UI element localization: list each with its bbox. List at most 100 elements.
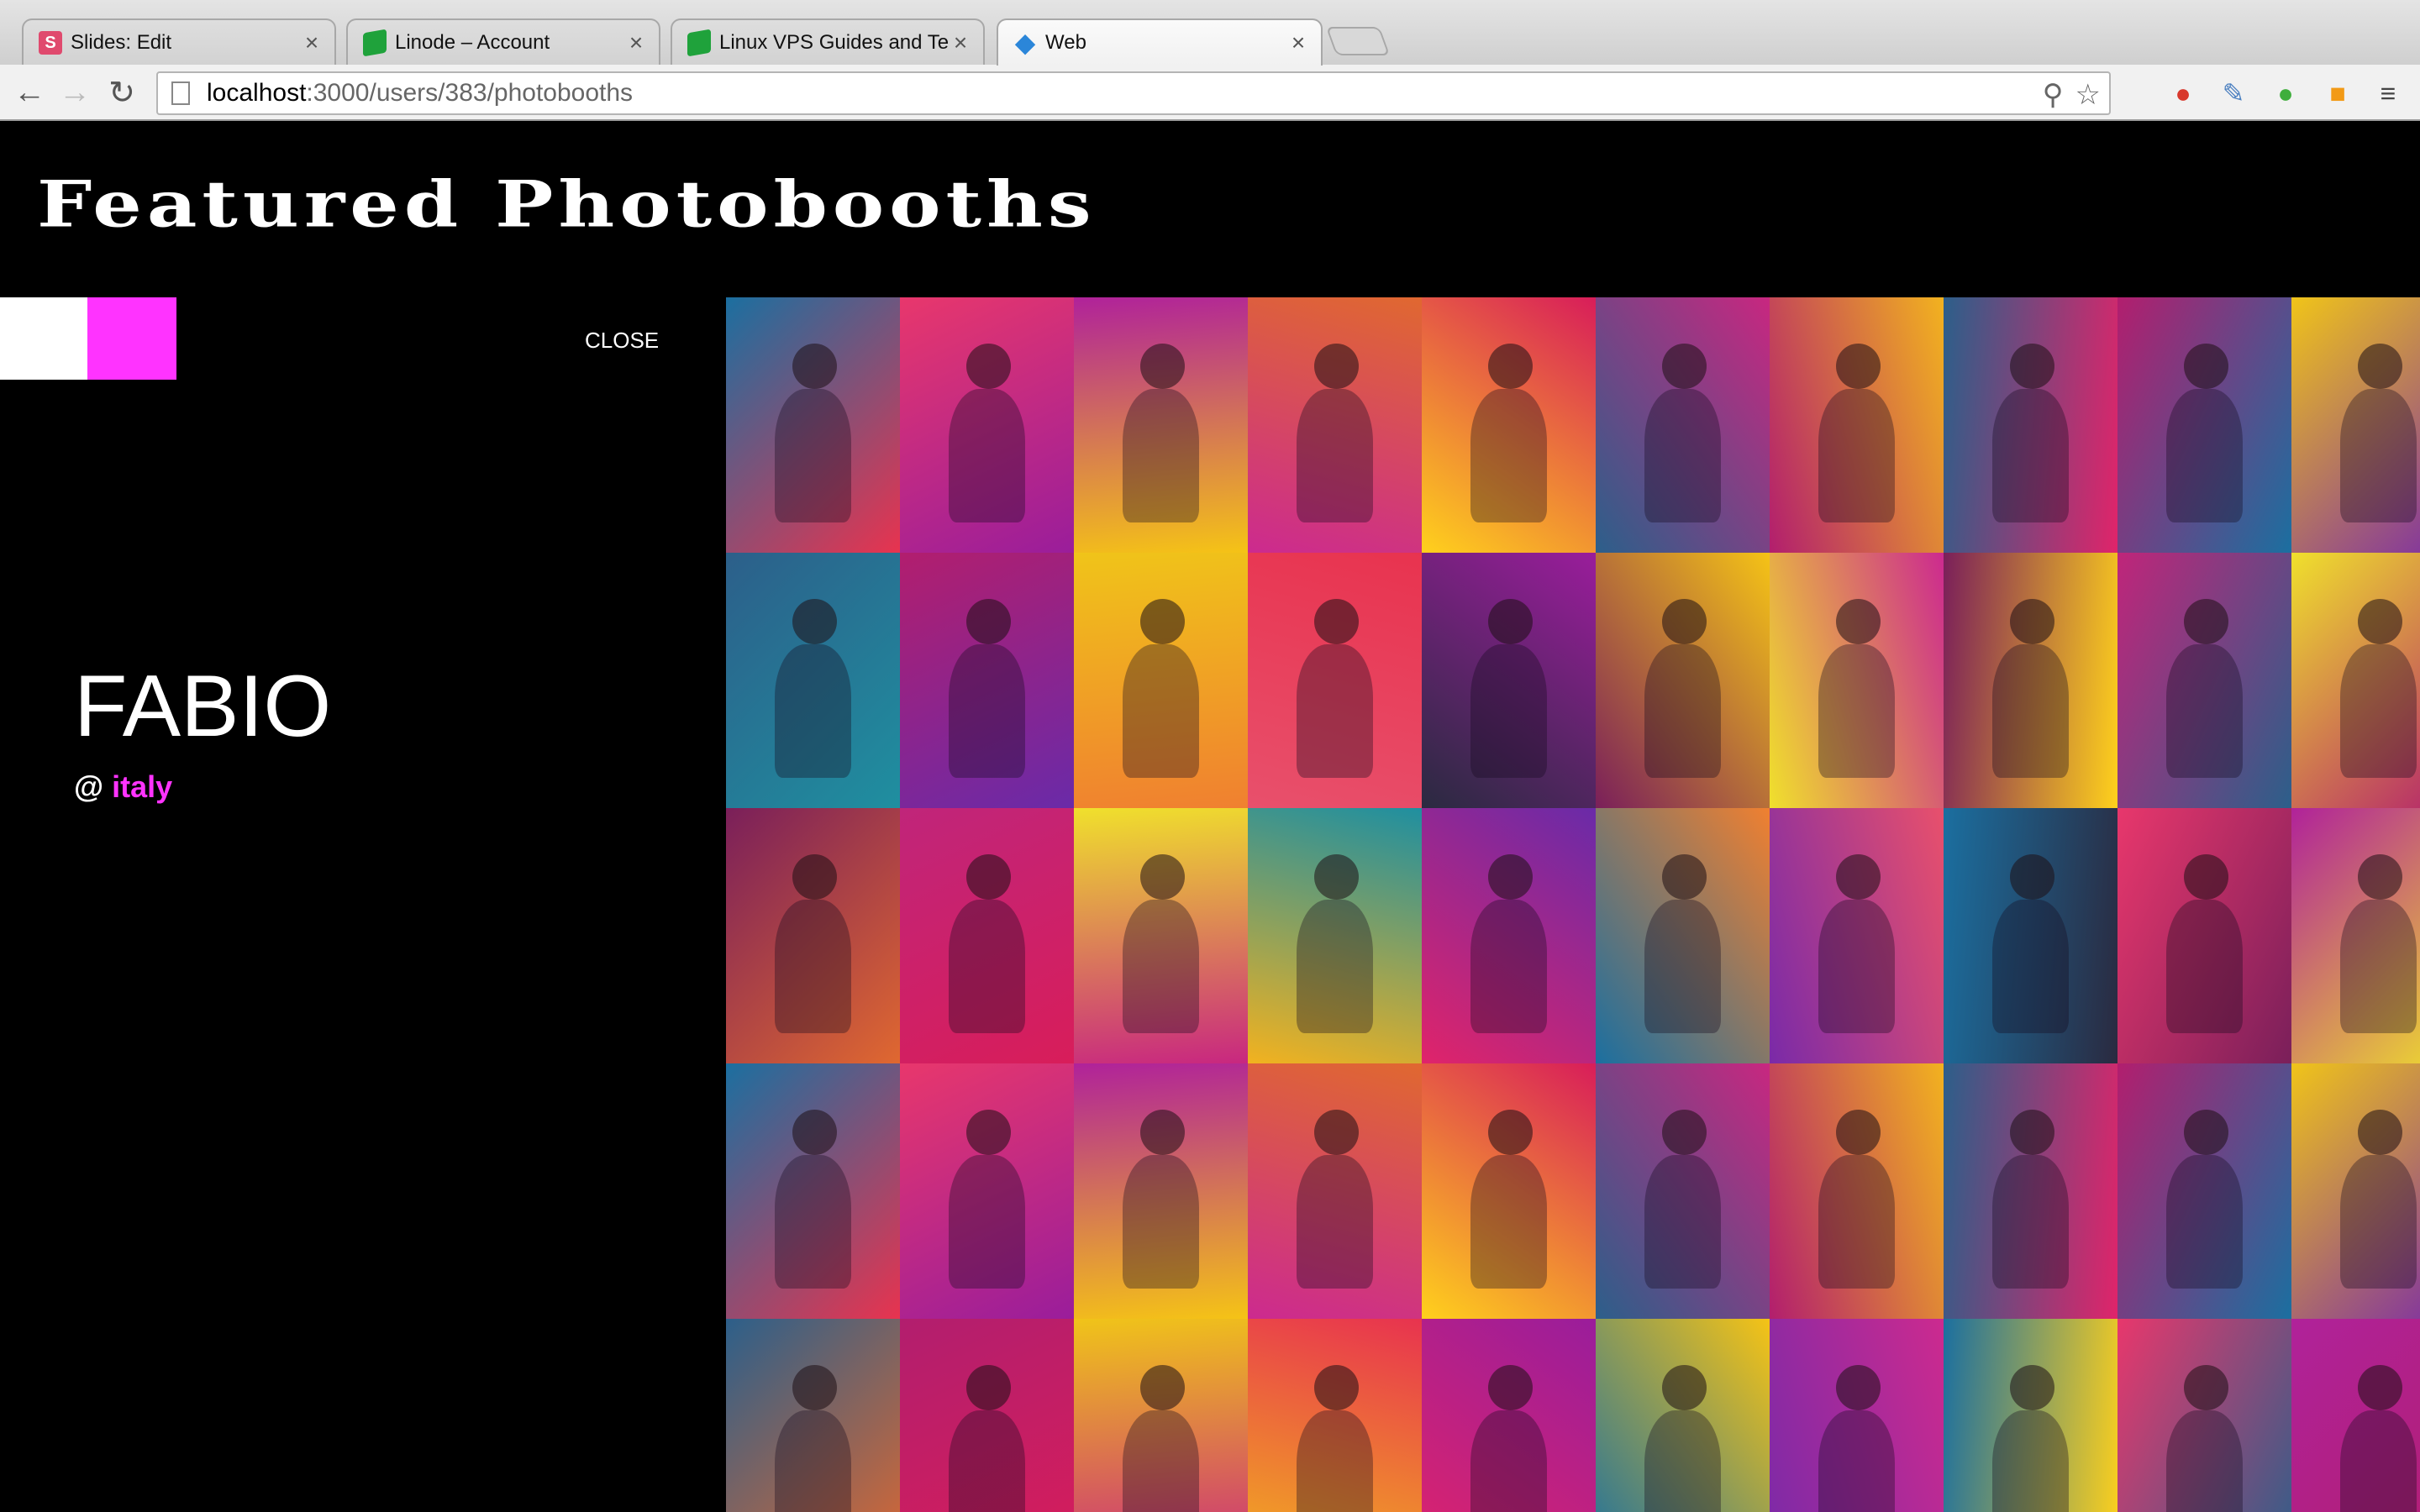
photo-tile[interactable] [900,297,1074,553]
photo-tile[interactable] [1074,808,1248,1063]
photo-tile[interactable] [1074,297,1248,553]
close-button[interactable]: CLOSE [585,328,659,354]
address-bar[interactable]: localhost:3000/users/383/photobooths ⚲ ☆ [156,71,2111,115]
tab-slides-edit[interactable]: S Slides: Edit × [22,18,336,66]
tab-linux-vps-guides[interactable]: Linux VPS Guides and Tech × [671,18,985,66]
photo-tile[interactable] [900,1319,1074,1512]
new-tab-button[interactable] [1325,27,1391,55]
photo-tile[interactable] [1074,1319,1248,1512]
tab-title: Linux VPS Guides and Tech [719,31,950,54]
photo-figure-body [1991,900,2070,1033]
photo-tile[interactable] [726,1063,900,1319]
close-tab-icon[interactable]: × [301,29,323,56]
photo-tile[interactable] [1248,297,1422,553]
zoom-icon[interactable]: ⚲ [2043,78,2064,112]
photo-tile[interactable] [1944,1063,2118,1319]
location-link[interactable]: italy [112,769,172,804]
evernote-extension-icon[interactable]: ● [2269,76,2302,110]
close-tab-icon[interactable]: × [950,29,971,56]
photo-figure-head [965,853,1012,900]
photo-tile[interactable] [900,808,1074,1063]
photo-tile[interactable] [1074,1063,1248,1319]
close-tab-icon[interactable]: × [625,29,647,56]
photo-figure-head [2183,1109,2229,1156]
photo-tile[interactable] [1422,297,1596,553]
color-swatch-magenta[interactable] [87,297,176,380]
tab-linode-account[interactable]: Linode – Account × [346,18,660,66]
tab-web[interactable]: ◆ Web × [997,18,1323,66]
bookmark-star-icon[interactable]: ☆ [2075,78,2101,112]
adblock-extension-icon[interactable]: ● [2166,76,2200,110]
photo-tile[interactable] [1596,1063,1770,1319]
photo-tile[interactable] [1596,553,1770,808]
photo-figure-body [1644,900,1722,1033]
photo-tile[interactable] [1596,808,1770,1063]
cookies-extension-icon[interactable]: ■ [2321,76,2354,110]
photo-tile[interactable] [2291,553,2420,808]
photo-figure-head [2357,598,2403,645]
photo-tile[interactable] [2118,1319,2291,1512]
photo-tile[interactable] [1944,808,2118,1063]
photo-tile[interactable] [1596,1319,1770,1512]
photo-figure-body [1991,644,2070,778]
photo-figure-body [1470,389,1548,522]
photo-tile[interactable] [2291,808,2420,1063]
photo-tile[interactable] [1770,1063,1944,1319]
tab-title: Web [1045,31,1086,54]
photo-tile[interactable] [900,553,1074,808]
photo-figure-head [1835,1109,1881,1156]
photo-tile[interactable] [1422,1063,1596,1319]
photo-tile[interactable] [1248,1319,1422,1512]
photo-figure-head [965,598,1012,645]
photo-tile[interactable] [2291,297,2420,553]
photo-figure-head [2009,598,2055,645]
photo-tile[interactable] [1248,808,1422,1063]
photo-figure-body [1644,1155,1722,1289]
photo-tile[interactable] [1596,297,1770,553]
photo-tile[interactable] [726,297,900,553]
photo-figure-body [1470,1155,1548,1289]
photo-figure-body [1122,644,1200,778]
photo-figure-body [1818,1410,1896,1512]
photo-figure-head [792,343,838,390]
photo-tile[interactable] [2291,1319,2420,1512]
photo-figure-head [2357,1109,2403,1156]
photo-tile[interactable] [1248,1063,1422,1319]
photo-tile[interactable] [900,1063,1074,1319]
photo-figure-body [2165,644,2244,778]
photo-tile[interactable] [1944,553,2118,808]
forward-arrow-icon[interactable]: → [55,73,94,112]
photo-tile[interactable] [2118,1063,2291,1319]
photo-tile[interactable] [1422,1319,1596,1512]
photo-tile[interactable] [1944,297,2118,553]
photo-tile[interactable] [1422,808,1596,1063]
photo-figure-body [1122,900,1200,1033]
photo-figure-head [1139,1109,1186,1156]
menu-icon[interactable]: ≡ [2371,76,2405,110]
color-swatch-white[interactable] [0,297,89,380]
photo-tile[interactable] [1248,553,1422,808]
eyedropper-extension-icon[interactable]: ✎ [2217,76,2250,110]
photo-tile[interactable] [1770,297,1944,553]
photo-figure-body [1470,900,1548,1033]
close-tab-icon[interactable]: × [1287,29,1309,56]
photo-figure-head [1661,598,1707,645]
photo-tile[interactable] [726,553,900,808]
photo-figure-head [2183,598,2229,645]
photo-tile[interactable] [2118,553,2291,808]
photo-tile[interactable] [2291,1063,2420,1319]
photo-tile[interactable] [726,1319,900,1512]
photo-tile[interactable] [1074,553,1248,808]
photo-figure-body [1296,644,1374,778]
photo-tile[interactable] [1944,1319,2118,1512]
photo-tile[interactable] [1422,553,1596,808]
back-arrow-icon[interactable]: ← [10,73,49,112]
photo-tile[interactable] [1770,808,1944,1063]
photo-tile[interactable] [2118,297,2291,553]
photo-tile[interactable] [1770,553,1944,808]
reload-icon[interactable]: ↻ [103,73,141,112]
photo-tile[interactable] [1770,1319,1944,1512]
photo-tile[interactable] [2118,808,2291,1063]
photo-figure-head [792,1364,838,1411]
photo-tile[interactable] [726,808,900,1063]
